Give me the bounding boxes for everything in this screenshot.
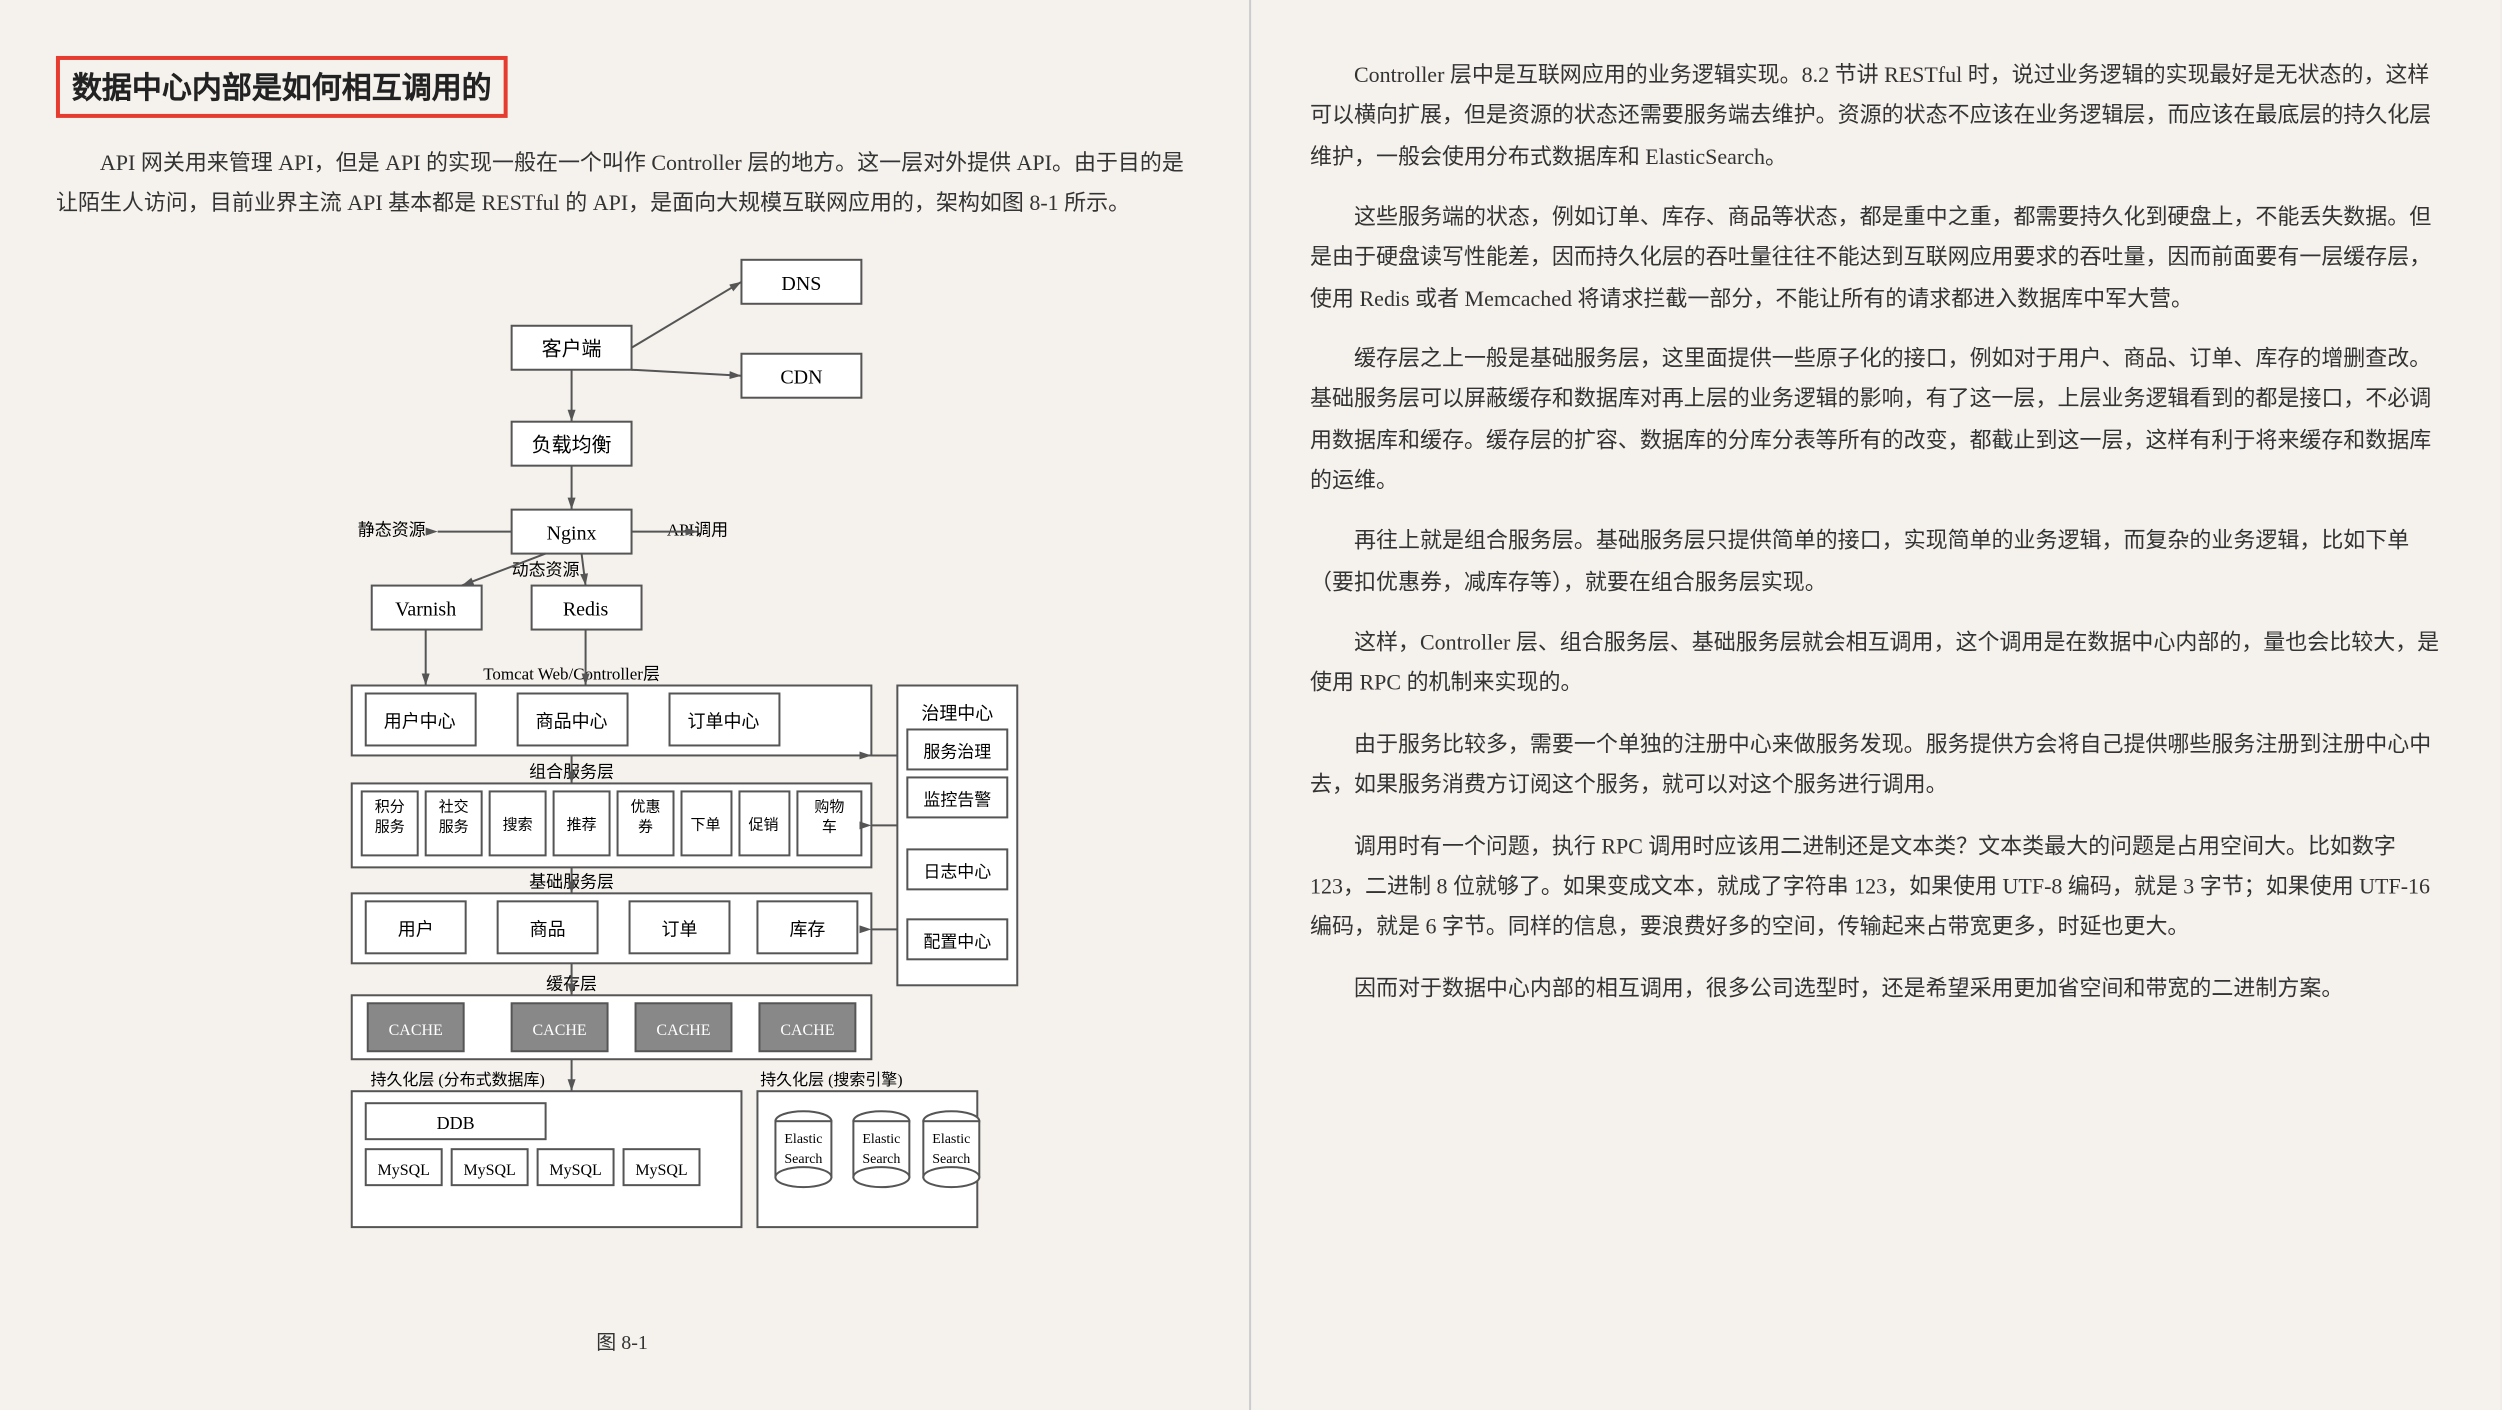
- svg-text:Nginx: Nginx: [547, 522, 597, 544]
- left-column: 数据中心内部是如何相互调用的 API 网关用来管理 API，但是 API 的实现…: [0, 0, 1250, 1410]
- svg-text:DDB: DDB: [437, 1112, 475, 1132]
- svg-text:商品: 商品: [530, 919, 566, 939]
- svg-text:DNS: DNS: [782, 272, 822, 294]
- svg-text:推荐: 推荐: [567, 816, 597, 833]
- svg-text:日志中心: 日志中心: [924, 862, 992, 881]
- svg-text:Elastic: Elastic: [933, 1131, 971, 1146]
- svg-text:订单: 订单: [662, 919, 698, 939]
- svg-text:搜索: 搜索: [503, 816, 533, 833]
- svg-text:MySQL: MySQL: [464, 1161, 516, 1178]
- svg-text:Varnish: Varnish: [396, 598, 457, 620]
- svg-text:促销: 促销: [749, 816, 779, 833]
- svg-text:治理中心: 治理中心: [922, 703, 994, 723]
- svg-text:监控告警: 监控告警: [924, 790, 992, 809]
- svg-text:客户端: 客户端: [542, 337, 602, 360]
- svg-text:CACHE: CACHE: [389, 1021, 443, 1038]
- svg-text:CACHE: CACHE: [657, 1021, 711, 1038]
- svg-text:配置中心: 配置中心: [924, 932, 992, 951]
- paragraph-2: 这些服务端的状态，例如订单、库存、商品等状态，都是重中之重，都需要持久化到硬盘上…: [1310, 198, 2444, 320]
- right-column: Controller 层中是互联网应用的业务逻辑实现。8.2 节讲 RESTfu…: [1250, 0, 2500, 1410]
- svg-text:券: 券: [639, 818, 654, 835]
- svg-text:下单: 下单: [691, 816, 721, 833]
- svg-text:用户: 用户: [398, 919, 434, 939]
- paragraph-6: 由于服务比较多，需要一个单独的注册中心来做服务发现。服务提供方会将自己提供哪些服…: [1310, 725, 2444, 806]
- intro-paragraph: API 网关用来管理 API，但是 API 的实现一般在一个叫作 Control…: [56, 146, 1188, 225]
- svg-text:车: 车: [822, 818, 837, 835]
- svg-text:优惠: 优惠: [631, 798, 661, 815]
- architecture-diagram: DNS 客户端 CDN 负载均衡 Nginx 静态资源 动态资源 API调用: [56, 249, 1188, 1354]
- svg-text:购物: 购物: [815, 798, 845, 815]
- svg-text:Elastic: Elastic: [785, 1131, 823, 1146]
- svg-text:积分: 积分: [375, 798, 405, 815]
- svg-text:库存: 库存: [790, 919, 826, 939]
- diagram-caption: 图 8-1: [596, 1324, 648, 1354]
- svg-text:订单中心: 订单中心: [688, 711, 760, 731]
- svg-text:Search: Search: [863, 1151, 901, 1166]
- paragraph-7: 调用时有一个问题，执行 RPC 调用时应该用二进制还是文本类？文本类最大的问题是…: [1310, 826, 2444, 948]
- svg-text:API调用: API调用: [667, 520, 728, 539]
- svg-text:CACHE: CACHE: [781, 1021, 835, 1038]
- svg-text:Elastic: Elastic: [863, 1131, 901, 1146]
- svg-text:CACHE: CACHE: [533, 1021, 587, 1038]
- svg-text:社交: 社交: [439, 797, 469, 815]
- paragraph-1: Controller 层中是互联网应用的业务逻辑实现。8.2 节讲 RESTfu…: [1310, 56, 2444, 178]
- svg-text:Tomcat Web/Controller层: Tomcat Web/Controller层: [484, 664, 661, 683]
- paragraph-4: 再往上就是组合服务层。基础服务层只提供简单的接口，实现简单的业务逻辑，而复杂的业…: [1310, 522, 2444, 603]
- svg-text:静态资源: 静态资源: [358, 520, 426, 539]
- svg-text:MySQL: MySQL: [378, 1161, 430, 1178]
- svg-text:持久化层 (搜索引擎): 持久化层 (搜索引擎): [761, 1070, 903, 1088]
- svg-text:商品中心: 商品中心: [536, 711, 608, 731]
- svg-text:负载均衡: 负载均衡: [532, 433, 612, 456]
- paragraph-8: 因而对于数据中心内部的相互调用，很多公司选型时，还是希望采用更加省空间和带宽的二…: [1310, 968, 2444, 1009]
- svg-text:MySQL: MySQL: [550, 1161, 602, 1178]
- svg-text:用户中心: 用户中心: [384, 711, 456, 731]
- svg-text:MySQL: MySQL: [636, 1161, 688, 1178]
- paragraph-5: 这样，Controller 层、组合服务层、基础服务层就会相互调用，这个调用是在…: [1310, 624, 2444, 705]
- svg-text:Search: Search: [785, 1151, 823, 1166]
- svg-text:Redis: Redis: [563, 598, 609, 620]
- svg-text:服务治理: 服务治理: [924, 742, 992, 761]
- svg-text:服务: 服务: [439, 818, 469, 835]
- svg-text:Search: Search: [933, 1151, 971, 1166]
- svg-text:CDN: CDN: [781, 366, 823, 388]
- chapter-title: 数据中心内部是如何相互调用的: [56, 56, 508, 118]
- paragraph-3: 缓存层之上一般是基础服务层，这里面提供一些原子化的接口，例如对于用户、商品、订单…: [1310, 340, 2444, 503]
- diagram-svg: DNS 客户端 CDN 负载均衡 Nginx 静态资源 动态资源 API调用: [202, 249, 1041, 1308]
- svg-text:持久化层 (分布式数据库): 持久化层 (分布式数据库): [371, 1070, 545, 1088]
- svg-text:服务: 服务: [375, 818, 405, 835]
